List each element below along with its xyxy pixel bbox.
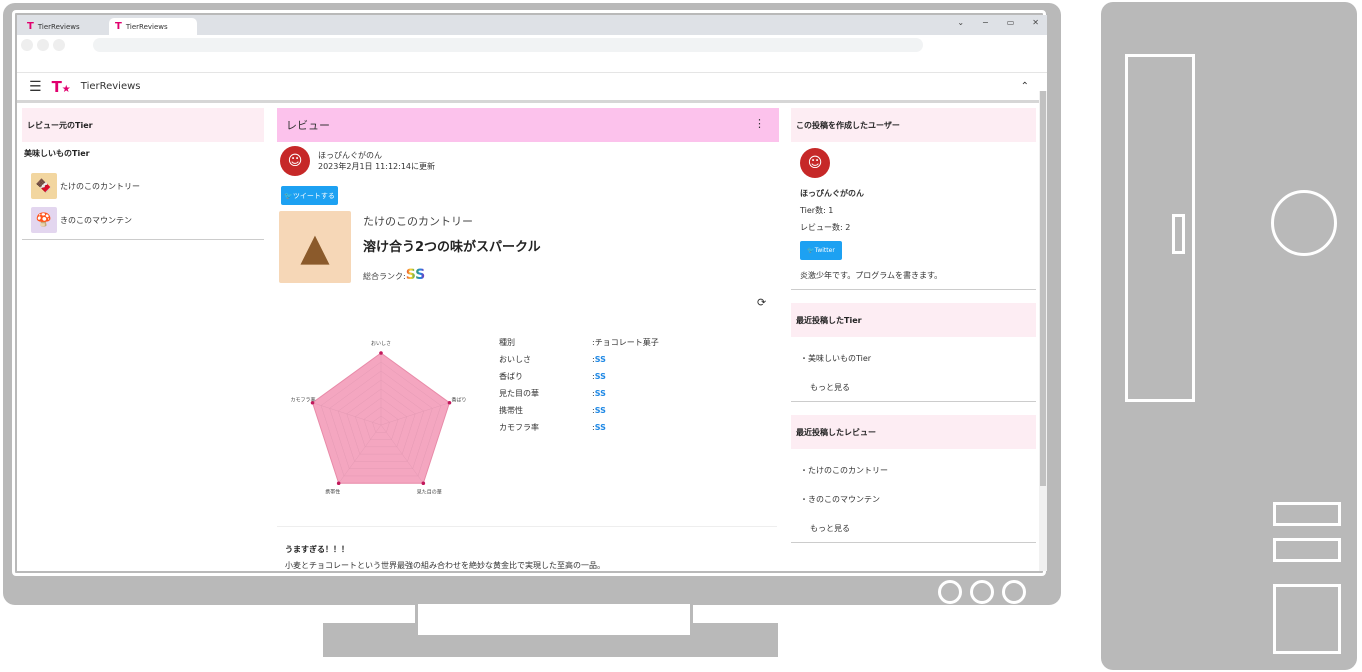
card-header: レビュー ⋮ <box>277 108 779 142</box>
product-image: ▲ <box>279 211 351 283</box>
scrollbar[interactable] <box>1039 91 1047 571</box>
recent-tiers-card: 最近投稿したTier ・美味しいものTier もっと見る <box>791 303 1036 402</box>
tab-label: TierReviews <box>125 22 168 31</box>
author-card: この投稿を作成したユーザー ☺ ほっぴんぐがのん Tier数: 1 レビュー数:… <box>791 108 1036 290</box>
tweet-button[interactable]: 🐦 ツイートする <box>281 186 338 205</box>
item-label: きのこのマウンテン <box>60 215 132 225</box>
browser-tab-2[interactable]: T TierReviews <box>109 18 197 35</box>
item-label: たけのこのカントリー <box>60 181 140 191</box>
radar-point <box>421 481 426 486</box>
radar-label: 携帯性 <box>325 488 340 495</box>
app-name[interactable]: TierReviews <box>81 81 141 92</box>
app-bar: ☰ T★ TierReviews ⌃ <box>17 73 1047 103</box>
comment-body: 小麦とチョコレートという世界最強の組み合わせを絶妙な黄金比で実現した至高の一品。 <box>285 561 605 570</box>
monitor-stand-neck <box>415 604 693 638</box>
see-more-link[interactable]: もっと見る <box>800 523 1027 534</box>
radar-label: 見た目の華 <box>417 488 442 495</box>
recent-reviews-card: 最近投稿したレビュー ・たけのこのカントリー ・きのこのマウンテン もっと見る <box>791 415 1036 543</box>
more-vert-icon[interactable]: ⋮ <box>754 117 765 130</box>
right-sidebar: この投稿を作成したユーザー ☺ ほっぴんぐがのん Tier数: 1 レビュー数:… <box>791 108 1036 556</box>
pc-tower <box>1101 2 1357 670</box>
author-name[interactable]: ほっぴんぐがのん <box>800 188 1027 199</box>
window-controls: ⌄ − ▭ ✕ <box>957 18 1039 27</box>
browser-screen: T TierReviews T TierReviews ⌄ − ▭ ✕ ☰ T★… <box>17 15 1047 571</box>
tierreviews-icon: T <box>27 21 34 32</box>
address-row <box>17 35 1047 55</box>
list-item[interactable]: 🍄 きのこのマウンテン <box>31 207 264 233</box>
star-icon: ★ <box>61 83 71 95</box>
monitor-buttons <box>938 580 1026 604</box>
score-row: カモフラ率: SS <box>499 423 606 432</box>
card-header: レビュー元のTier <box>22 108 264 142</box>
radar-point <box>379 351 383 355</box>
app-logo[interactable]: T★ <box>52 78 71 96</box>
list-item[interactable]: ・きのこのマウンテン <box>800 494 1027 505</box>
avatar[interactable]: ☺ <box>280 146 310 176</box>
close-icon[interactable]: ✕ <box>1032 18 1039 27</box>
list-item[interactable]: ・たけのこのカントリー <box>800 465 1027 476</box>
review-title: 溶け合う2つの味がスパークル <box>363 240 541 255</box>
back-icon[interactable] <box>21 39 33 51</box>
review-header-title: レビュー <box>286 119 330 132</box>
product-thumbnail: 🍄 <box>31 207 57 233</box>
maximize-icon[interactable]: ▭ <box>1007 18 1015 27</box>
tier-count: Tier数: 1 <box>800 206 834 215</box>
review-card: レビュー ⋮ ☺ ほっぴんぐがのん 2023年2月1日 11:12:14に更新 … <box>277 108 779 571</box>
twitter-icon: 🐦 <box>284 191 293 200</box>
radar-label: カモフラ率 <box>291 397 316 404</box>
score-row: 見た目の華: SS <box>499 389 606 398</box>
radar-point <box>336 481 341 486</box>
menu-icon[interactable]: ☰ <box>29 79 42 95</box>
power-button <box>1271 190 1337 256</box>
user-bio: 炎激少年です。プログラムを書きます。 <box>800 271 943 280</box>
chevron-up-icon[interactable]: ⌃ <box>1021 81 1029 92</box>
tab-label: TierReviews <box>37 22 80 31</box>
see-more-link[interactable]: もっと見る <box>800 382 1027 393</box>
score-row: 携帯性: SS <box>499 406 606 415</box>
source-tier-card: レビュー元のTier 美味しいものTier 🍫 たけのこのカントリー 🍄 きのこ… <box>22 108 264 240</box>
avatar[interactable]: ☺ <box>800 148 830 178</box>
review-author: ☺ ほっぴんぐがのん 2023年2月1日 11:12:14に更新 <box>277 142 779 180</box>
updated-timestamp: 2023年2月1日 11:12:14に更新 <box>318 162 436 171</box>
refresh-icon[interactable]: ⟳ <box>757 296 766 309</box>
product-category[interactable]: たけのこのカントリー <box>363 213 541 229</box>
list-item[interactable]: ・美味しいものTier <box>800 353 1027 364</box>
author-name[interactable]: ほっぴんぐがのん <box>318 150 435 161</box>
radar-label: おいしさ <box>371 340 391 347</box>
scrollbar-thumb[interactable] <box>1040 91 1046 486</box>
score-row: 種別: チョコレート菓子 <box>499 338 659 347</box>
page-content: レビュー元のTier 美味しいものTier 🍫 たけのこのカントリー 🍄 きのこ… <box>17 108 1039 571</box>
rank-badge: SS <box>405 267 426 283</box>
card-header: 最近投稿したTier <box>791 303 1036 337</box>
radar-chart: おいしさ香ばり見た目の華 携帯性 カモフラ率 <box>291 340 467 495</box>
forward-icon[interactable] <box>37 39 49 51</box>
twitter-button[interactable]: 🐦 Twitter <box>800 241 842 260</box>
product-thumbnail: 🍫 <box>31 173 57 199</box>
score-row: 香ばり: SS <box>499 372 606 381</box>
score-table: 種別: チョコレート菓子 おいしさ: SS 香ばり: SS 見た目の華: SS … <box>499 334 659 436</box>
minimize-icon[interactable]: − <box>982 18 989 27</box>
disk-slot <box>1172 214 1185 254</box>
twitter-icon: 🐦 <box>807 247 815 254</box>
review-count: レビュー数: 2 <box>800 223 851 232</box>
comment-title: うますぎる！！！ <box>285 545 349 554</box>
list-item[interactable]: 🍫 たけのこのカントリー <box>31 173 264 199</box>
reload-icon[interactable] <box>53 39 65 51</box>
card-header: 最近投稿したレビュー <box>791 415 1036 449</box>
address-bar[interactable] <box>93 38 923 52</box>
tierreviews-icon: T <box>115 21 122 32</box>
tab-bar: T TierReviews T TierReviews ⌄ − ▭ ✕ <box>17 15 1047 35</box>
browser-tab-1[interactable]: T TierReviews <box>21 18 109 35</box>
tier-name[interactable]: 美味しいものTier <box>22 142 264 165</box>
card-header: この投稿を作成したユーザー <box>791 108 1036 142</box>
overall-rank: 総合ランク:SS <box>363 267 426 283</box>
product-summary: ▲ たけのこのカントリー 溶け合う2つの味がスパークル 総合ランク:SS <box>279 211 779 283</box>
radar-label: 香ばり <box>451 397 466 404</box>
score-row: おいしさ: SS <box>499 355 606 364</box>
dropdown-icon[interactable]: ⌄ <box>957 18 964 27</box>
